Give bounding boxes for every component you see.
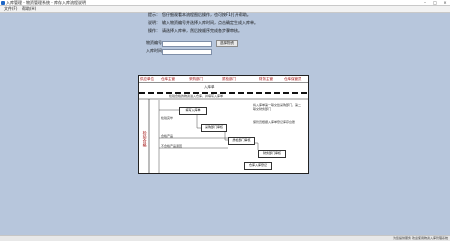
menu-file[interactable]: 文件(F): [4, 6, 17, 12]
select-item-button[interactable]: 选择物资: [216, 40, 238, 47]
info-line-2: 说明： 输入物资编号并选择入库时间，点击确定生成入库单。: [148, 20, 258, 26]
step-box: 填写入库单: [179, 107, 207, 115]
close-button[interactable]: ×: [440, 0, 450, 5]
flow-diagram: 供应单位 仓库主管 采购部门 质检部门 财务主管 仓库保管员 入库单 检验合格的…: [138, 75, 309, 174]
item-code-label: 物资编号: [146, 40, 162, 45]
note-right-2: 保管员根据入库单登记库存台账: [253, 120, 296, 124]
step-box: 质检部门审核: [228, 137, 255, 145]
info-line-1: 提示： 您仔细观看本流程图后操作，也可按F1打开帮助。: [148, 12, 251, 18]
note-right-1: 将入库单第一联交给采购部门，第二联交财务部门: [253, 103, 302, 111]
step-box: 采购部门审核: [201, 124, 227, 132]
note-left: 检验完毕: [161, 116, 174, 120]
note-left: 合格产品: [161, 134, 174, 138]
info-line-3: 操作： 请选择入库单，然后按顺序完成各步骤审核。: [148, 28, 242, 34]
step-box: 仓库入库登记: [244, 162, 272, 170]
window-title: 入库管理 - 物资管理系统 - 库存入库流程说明: [6, 0, 86, 5]
side-label: 检验合格: [142, 131, 148, 147]
note-top: 检验合格的物资进入仓库，并填写入库单: [169, 93, 224, 98]
maximize-button[interactable]: □: [430, 0, 440, 5]
info-text: 输入物资编号并选择入库时间，点击确定生成入库单。: [162, 20, 258, 25]
entry-time-label: 入库时间: [146, 48, 162, 53]
info-label: 说明：: [148, 20, 160, 25]
info-label: 操作：: [148, 28, 160, 33]
note-left: 不合格产品退回: [161, 144, 183, 148]
entry-time-input[interactable]: [162, 48, 212, 55]
info-text: 您仔细观看本流程图后操作，也可按F1打开帮助。: [162, 12, 251, 17]
info-text: 请选择入库单，然后按顺序完成各步骤审核。: [162, 28, 242, 33]
app-icon: [1, 0, 5, 5]
minimize-button[interactable]: –: [420, 0, 430, 5]
status-text: 为您提供服务 欢迎使用物资入库管理系统: [393, 236, 448, 240]
item-code-input[interactable]: [162, 40, 212, 47]
info-label: 提示：: [148, 12, 160, 17]
status-bar: 为您提供服务 欢迎使用物资入库管理系统: [0, 235, 450, 241]
step-box: 财务部门审核: [258, 150, 286, 158]
menu-help[interactable]: 帮助(H): [22, 6, 36, 12]
flow-banner: 入库单: [204, 85, 215, 89]
